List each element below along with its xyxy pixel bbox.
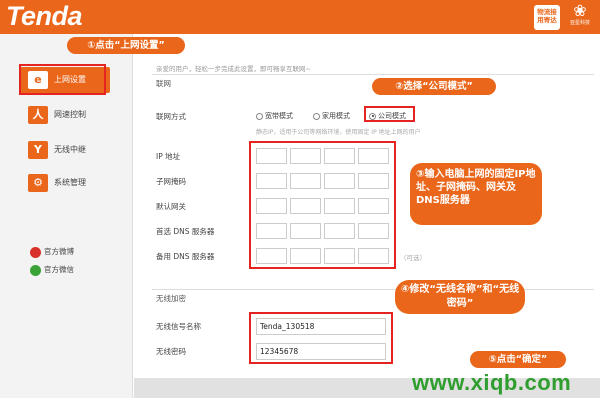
sidebar-item-label: 网速控制 — [54, 110, 86, 119]
network-section-divider — [152, 74, 594, 75]
wireless-section-title: 无线加密 — [156, 294, 186, 303]
gateway-label: 默认网关 — [156, 202, 186, 211]
radio-broadband-mode[interactable]: 宽带模式 — [256, 111, 293, 121]
dns2-optional-note: （可选） — [400, 254, 426, 262]
wechat-icon — [30, 264, 41, 276]
wireless-password-label: 无线密码 — [156, 347, 186, 356]
sidebar-item-wireless-relay[interactable]: Y 无线中继 — [20, 137, 110, 163]
badge-icon[interactable]: 物流接 用寄达 — [534, 5, 560, 30]
mode-label: 联网方式 — [156, 112, 186, 121]
weibo-label: 官方微博 — [44, 247, 74, 256]
welcome-hint: 亲爱的用户，轻松一步完成此设置，即可畅享互联网~ — [156, 65, 311, 73]
callout-step4: ④修改“无线名称”和“无线密码” — [395, 280, 525, 314]
sidebar-item-label: 系统管理 — [54, 178, 86, 187]
callout-step1: ①点击“上网设置” — [67, 37, 185, 54]
mask-label: 子网掩码 — [156, 177, 186, 186]
dns1-label: 首选 DNS 服务器 — [156, 227, 215, 236]
highlight-box-ip-fields — [249, 141, 396, 269]
sidebar-item-system-management[interactable]: ⚙ 系统管理 — [20, 170, 110, 196]
highlight-box-wireless-fields — [249, 312, 393, 364]
top-header-bar: Tenda 物流接 用寄达 ❀ 亚星科技 — [0, 0, 600, 34]
wechat-label: 官方微信 — [44, 265, 74, 274]
gear-icon: ⚙ — [28, 174, 48, 192]
ip-label: IP 地址 — [156, 152, 181, 161]
users-icon: 人 — [28, 106, 48, 124]
weibo-icon — [30, 246, 41, 258]
callout-step2: ②选择“公司模式” — [372, 78, 496, 95]
emblem-icon: ❀ 亚星科技 — [566, 2, 594, 32]
network-section-title: 联网 — [156, 79, 171, 88]
highlight-box-company-mode — [364, 106, 415, 122]
ssid-label: 无线信号名称 — [156, 322, 201, 331]
tenda-logo: Tenda — [6, 1, 83, 31]
highlight-box-internet-settings — [19, 64, 106, 95]
callout-step3: ③输入电脑上网的固定IP地址、子网掩码、网关及DNS服务器 — [410, 163, 542, 225]
dns2-label: 备用 DNS 服务器 — [156, 252, 215, 261]
sidebar-item-speed-control[interactable]: 人 网速控制 — [20, 102, 110, 128]
wechat-link[interactable]: 官方微信 — [30, 264, 74, 276]
weibo-link[interactable]: 官方微博 — [30, 246, 74, 258]
radio-icon — [256, 112, 263, 120]
wifi-antenna-icon: Y — [28, 141, 48, 159]
radio-label: 宽带模式 — [265, 112, 293, 120]
badge-text: 物流接 用寄达 — [537, 8, 557, 24]
sidebar-item-label: 无线中继 — [54, 145, 86, 154]
radio-icon — [313, 112, 320, 120]
wireless-section-divider — [152, 289, 594, 290]
radio-label: 家用模式 — [322, 112, 350, 120]
radio-home-mode[interactable]: 家用模式 — [313, 111, 350, 121]
emblem-text: 亚星科技 — [569, 20, 590, 26]
mode-description: 静态IP，适用于公司等网络环境，使用固定 IP 地址上网的用户 — [256, 129, 421, 136]
watermark-text: www.xiqb.com — [412, 370, 572, 395]
callout-step5: ⑤点击“确定” — [470, 351, 566, 368]
